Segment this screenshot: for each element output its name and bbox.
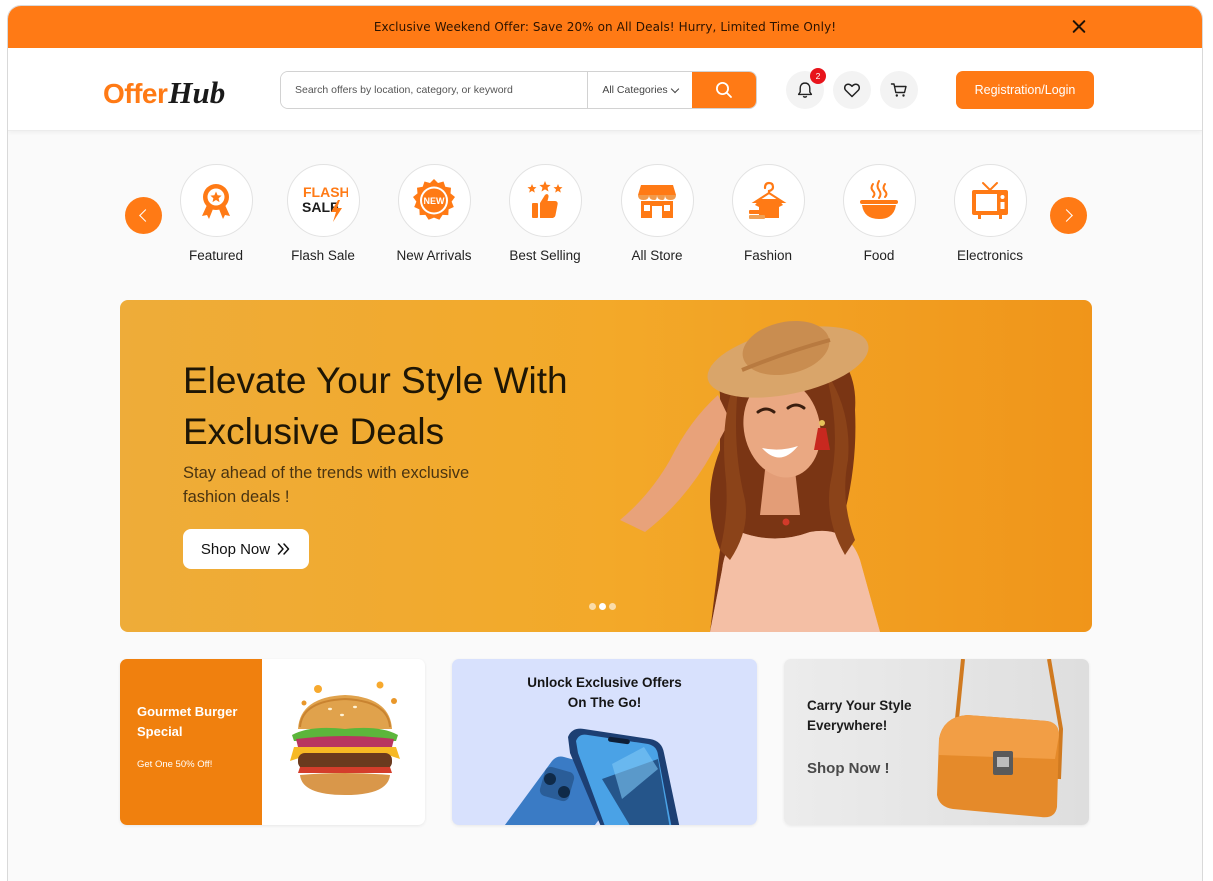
double-chevron-right-icon [277,543,290,555]
category-new-arrivals[interactable]: NEW New Arrivals [384,164,484,263]
promo-banner: Exclusive Weekend Offer: Save 20% on All… [8,6,1202,48]
promo-card-subtitle: Get One 50% Off! [137,759,213,770]
notification-badge: 2 [810,68,826,84]
hero-subtitle: Stay ahead of the trends with exclusive … [183,464,470,506]
chevron-right-icon [1060,209,1073,222]
category-label: Best Selling [509,248,581,263]
category-prev-button[interactable] [125,197,162,234]
search-input[interactable] [281,72,587,108]
category-all-store[interactable]: All Store [607,164,707,263]
promo-card-shop-now-link[interactable]: Shop Now ! [807,760,890,777]
television-icon [972,181,1008,219]
category-icon-circle [953,164,1027,237]
category-food[interactable]: Food [829,164,929,263]
new-badge-icon: NEW [413,178,455,220]
category-label: Flash Sale [291,248,355,263]
category-best-selling[interactable]: Best Selling [495,164,595,263]
storefront-icon [638,184,676,218]
category-icon-circle [508,164,582,237]
promo-card-title-line: Everywhere! [807,718,888,733]
search-bar: All Categories [280,71,757,109]
promo-card-mobile[interactable]: Unlock Exclusive Offers On The Go! [452,659,757,825]
category-label: Food [863,248,895,263]
category-icon-circle: FLASH SALE [286,164,360,237]
category-label: New Arrivals [396,248,472,263]
hero-title: Elevate Your Style With Exclusive Deals [183,355,568,457]
sale-icon-text: SALE [302,199,339,215]
smartphone-image [504,728,680,825]
carousel-dot-active[interactable] [599,603,606,610]
category-icon-circle [842,164,916,237]
category-featured[interactable]: Featured [166,164,266,263]
category-label: Fashion [743,248,793,263]
logo-text-hub: Hub [168,75,226,110]
handbag-image [937,659,1064,818]
category-electronics[interactable]: Electronics [940,164,1040,263]
category-next-button[interactable] [1050,197,1087,234]
award-badge-icon [202,183,230,219]
category-label: Featured [188,248,244,263]
carousel-dot[interactable] [589,603,596,610]
category-select[interactable]: All Categories [587,72,692,108]
registration-login-button[interactable]: Registration/Login [956,71,1094,109]
flash-sale-icon: FLASH SALE [302,184,348,222]
browser-viewport: Exclusive Weekend Offer: Save 20% on All… [7,5,1203,881]
promo-card-title: Gourmet Burger Special [137,704,238,739]
hero-title-line: Exclusive Deals [183,411,445,452]
site-header: Offer Hub All Categories 2 [8,48,1202,131]
promo-card-bag[interactable]: Carry Your Style Everywhere! Shop Now ! [784,659,1089,825]
hero-shop-now-label: Shop Now [200,540,271,558]
notifications-button[interactable]: 2 [786,68,826,109]
category-select-label: All Categories [602,84,668,96]
category-flash-sale[interactable]: FLASH SALE Flash Sale [273,164,373,263]
promo-card-title-line: On The Go! [567,695,642,710]
burger-image [290,681,400,795]
bell-icon [797,82,813,98]
category-icon-circle [620,164,694,237]
food-bowl-icon [860,179,898,219]
clothes-hanger-icon [749,181,787,219]
heart-icon [843,83,861,98]
cart-button[interactable] [880,71,918,109]
logo-text-offer: Offer [103,78,168,109]
hero-shop-now-button[interactable]: Shop Now [183,529,309,569]
promo-card-title-line: Carry Your Style [807,698,912,713]
chevron-left-icon [139,209,152,222]
wishlist-button[interactable] [833,71,871,109]
promo-card-panel [120,659,262,825]
promo-card-title: Unlock Exclusive Offers On The Go! [452,673,757,713]
category-fashion[interactable]: Fashion [718,164,818,263]
chevron-down-icon [670,84,679,93]
category-icon-circle: NEW [397,164,471,237]
thumbs-up-stars-icon [527,180,563,218]
category-label: All Store [631,248,683,263]
hero-model-image [620,320,880,632]
carousel-dot[interactable] [609,603,616,610]
shopping-cart-icon [890,83,907,97]
category-icon-circle [731,164,805,237]
new-icon-text: NEW [424,196,446,206]
promo-text: Exclusive Weekend Offer: Save 20% on All… [373,20,837,34]
promo-card-title-line: Unlock Exclusive Offers [527,675,682,690]
hero-title-line: Elevate Your Style With [183,360,568,401]
search-button[interactable] [692,72,756,108]
category-icon-circle [179,164,253,237]
carousel-dots [589,603,616,610]
logo[interactable]: Offer Hub [103,75,225,111]
promo-card-title: Carry Your Style Everywhere! [807,696,912,736]
category-label: Electronics [956,248,1024,263]
search-icon [716,82,732,98]
promo-card-burger[interactable]: Gourmet Burger Special Get One 50% Off! [120,659,425,825]
flash-icon-text: FLASH [303,184,348,200]
close-icon[interactable] [1070,18,1088,36]
hero-banner: Elevate Your Style With Exclusive Deals … [120,300,1092,632]
